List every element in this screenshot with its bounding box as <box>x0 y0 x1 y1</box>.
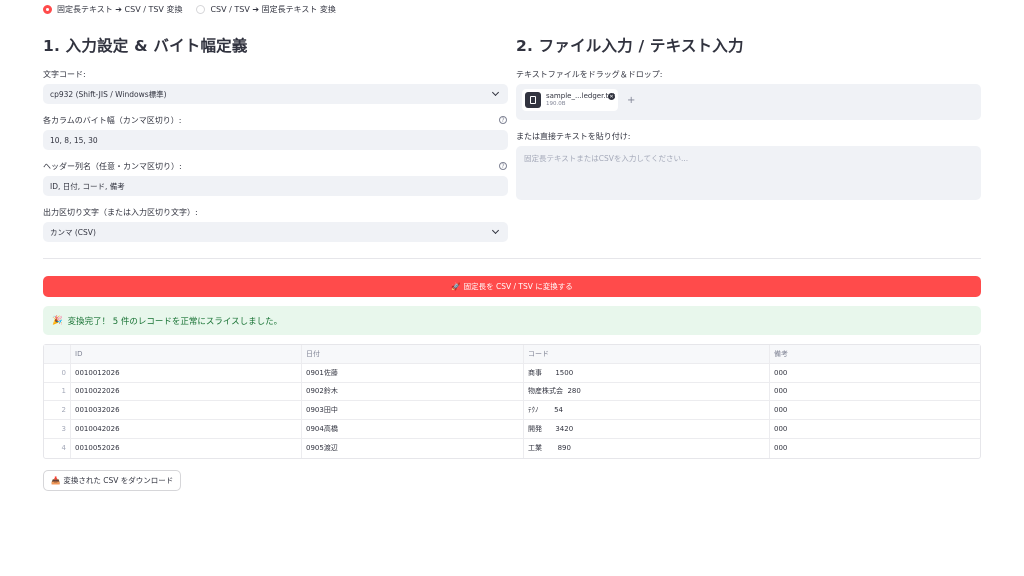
help-icon[interactable]: ? <box>499 116 507 124</box>
radio-selected-icon[interactable] <box>43 5 52 14</box>
column-header[interactable]: 備考 <box>770 345 980 363</box>
delimiter-select-value: カンマ (CSV) <box>50 227 96 237</box>
party-icon: 🎉 <box>52 315 63 326</box>
drop-label: テキストファイルをドラッグ＆ドロップ: <box>516 68 981 80</box>
section-divider <box>43 258 981 259</box>
headers-label-text: ヘッダー列名（任意・カンマ区切り）: <box>43 161 182 171</box>
row-index: 2 <box>44 401 71 420</box>
widths-input-value: 10, 8, 15, 30 <box>50 135 98 145</box>
table-cell[interactable]: 商事 1500 <box>524 363 770 382</box>
delimiter-select[interactable]: カンマ (CSV) <box>43 222 508 242</box>
delimiter-group: 出力区切り文字（または入力区切り文字）: カンマ (CSV) <box>43 206 508 242</box>
row-index: 3 <box>44 420 71 438</box>
table-row: 4 0010052026 0905渡辺 工業 890 000 <box>44 438 980 458</box>
rocket-icon: 🚀 <box>451 282 461 291</box>
mode-option-csv-to-fixed[interactable]: CSV / TSV ➔ 固定長テキスト 変換 <box>196 4 336 15</box>
column-header[interactable]: コード <box>524 345 770 363</box>
download-csv-button[interactable]: 📥 変換された CSV をダウンロード <box>43 470 182 491</box>
file-icon <box>525 92 541 108</box>
add-file-icon[interactable]: + <box>627 95 635 106</box>
widths-input[interactable]: 10, 8, 15, 30 <box>43 130 508 150</box>
mode-option-fixed-to-csv[interactable]: 固定長テキスト ➔ CSV / TSV 変換 <box>43 4 182 15</box>
table-cell[interactable]: 0903田中 <box>302 401 524 420</box>
uploaded-file-info: sample_...ledger.txt 190.0B <box>546 92 615 108</box>
column-header[interactable]: 日付 <box>302 345 524 363</box>
mode-option-label: CSV / TSV ➔ 固定長テキスト 変換 <box>210 5 336 14</box>
mode-option-label: 固定長テキスト ➔ CSV / TSV 変換 <box>57 5 183 14</box>
uploaded-file-chip: sample_...ledger.txt 190.0B ✕ <box>522 89 618 111</box>
success-message: 変換完了！ 5 件のレコードを正常にスライスしました。 <box>67 316 283 327</box>
radio-unselected-icon[interactable] <box>196 5 206 14</box>
section-title-input-settings: 1. 入力設定 & バイト幅定義 <box>43 37 248 55</box>
table-cell[interactable]: ﾃｸﾉ 54 <box>524 401 770 420</box>
convert-button[interactable]: 🚀 固定長を CSV / TSV に変換する <box>43 276 981 297</box>
table-cell[interactable]: 0010052026 <box>71 438 302 458</box>
paste-label: または直接テキストを貼り付け: <box>516 130 981 142</box>
paste-placeholder: 固定長テキストまたはCSVを入力してください... <box>524 154 689 163</box>
paste-textarea[interactable]: 固定長テキストまたはCSVを入力してください... <box>516 146 981 200</box>
drop-label-text: テキストファイルをドラッグ＆ドロップ: <box>516 69 663 79</box>
table-cell[interactable]: 0010012026 <box>71 363 302 382</box>
table-row: 1 0010022026 0902鈴木 物産株式会 280 000 <box>44 382 980 402</box>
table-row: 0 0010012026 0901佐藤 商事 1500 000 <box>44 363 980 383</box>
table-cell[interactable]: 000 <box>770 364 980 382</box>
column-header-index <box>44 345 71 363</box>
delimiter-label: 出力区切り文字（または入力区切り文字）: <box>43 206 508 218</box>
chevron-down-icon <box>491 88 500 97</box>
table-cell[interactable]: 0901佐藤 <box>302 363 524 382</box>
help-icon[interactable]: ? <box>499 162 507 170</box>
table-cell[interactable]: 物産株式会 280 <box>524 382 770 401</box>
encoding-group: 文字コード: cp932 (Shift-JIS / Windows標準) <box>43 68 508 104</box>
encoding-select[interactable]: cp932 (Shift-JIS / Windows標準) <box>43 84 508 104</box>
table-cell[interactable]: 0904高橋 <box>302 420 524 438</box>
convert-button-label: 固定長を CSV / TSV に変換する <box>463 282 573 291</box>
column-header[interactable]: ID <box>71 345 302 363</box>
widths-label: 各カラムのバイト幅（カンマ区切り）: ? <box>43 114 508 126</box>
success-alert: 🎉 変換完了！ 5 件のレコードを正常にスライスしました。 <box>43 306 981 335</box>
file-input-column: 2. ファイル入力 / テキスト入力 テキストファイルをドラッグ＆ドロップ: s… <box>516 34 981 200</box>
table-cell[interactable]: 0905渡辺 <box>302 438 524 458</box>
headers-input-value: ID, 日付, コード, 備考 <box>50 181 125 191</box>
uploaded-file-name: sample_...ledger.txt <box>546 92 616 100</box>
headers-group: ヘッダー列名（任意・カンマ区切り）: ? ID, 日付, コード, 備考 <box>43 160 508 196</box>
encoding-label: 文字コード: <box>43 68 508 80</box>
table-cell[interactable]: 開発 3420 <box>524 420 770 438</box>
table-cell[interactable]: 000 <box>770 439 980 458</box>
table-cell[interactable]: 000 <box>770 383 980 401</box>
table-row: 2 0010032026 0903田中 ﾃｸﾉ 54 000 <box>44 401 980 421</box>
table-header-row: ID 日付 コード 備考 <box>44 345 980 364</box>
table-cell[interactable]: 000 <box>770 420 980 438</box>
encoding-label-text: 文字コード: <box>43 69 86 79</box>
headers-input[interactable]: ID, 日付, コード, 備考 <box>43 176 508 196</box>
table-cell[interactable]: 0010032026 <box>71 401 302 420</box>
result-table[interactable]: ID 日付 コード 備考 0 0010012026 0901佐藤 商事 1500… <box>43 344 981 459</box>
widths-label-text: 各カラムのバイト幅（カンマ区切り）: <box>43 115 182 125</box>
section-title-file-input: 2. ファイル入力 / テキスト入力 <box>516 37 744 55</box>
table-cell[interactable]: 工業 890 <box>524 438 770 458</box>
widths-group: 各カラムのバイト幅（カンマ区切り）: ? 10, 8, 15, 30 <box>43 114 508 150</box>
uploaded-file-size: 190.0B <box>546 101 566 107</box>
chevron-down-icon <box>491 226 500 235</box>
mode-radio-group: 固定長テキスト ➔ CSV / TSV 変換 CSV / TSV ➔ 固定長テキ… <box>43 4 336 15</box>
delimiter-label-text: 出力区切り文字（または入力区切り文字）: <box>43 207 198 217</box>
headers-label: ヘッダー列名（任意・カンマ区切り）: ? <box>43 160 508 172</box>
row-index: 0 <box>44 363 71 382</box>
download-icon: 📥 <box>51 476 61 485</box>
row-index: 1 <box>44 382 71 401</box>
table-cell[interactable]: 000 <box>770 401 980 419</box>
row-index: 4 <box>44 438 71 458</box>
paste-label-text: または直接テキストを貼り付け: <box>516 131 631 141</box>
input-settings-column: 1. 入力設定 & バイト幅定義 文字コード: cp932 (Shift-JIS… <box>43 34 508 252</box>
table-cell[interactable]: 0010042026 <box>71 420 302 438</box>
remove-file-icon[interactable]: ✕ <box>608 93 615 100</box>
download-button-label: 変換された CSV をダウンロード <box>63 476 174 485</box>
table-cell[interactable]: 0902鈴木 <box>302 382 524 401</box>
table-cell[interactable]: 0010022026 <box>71 382 302 401</box>
table-row: 3 0010042026 0904高橋 開発 3420 000 <box>44 420 980 439</box>
file-dropzone[interactable]: sample_...ledger.txt 190.0B ✕ + <box>516 84 981 120</box>
encoding-select-value: cp932 (Shift-JIS / Windows標準) <box>50 89 167 99</box>
